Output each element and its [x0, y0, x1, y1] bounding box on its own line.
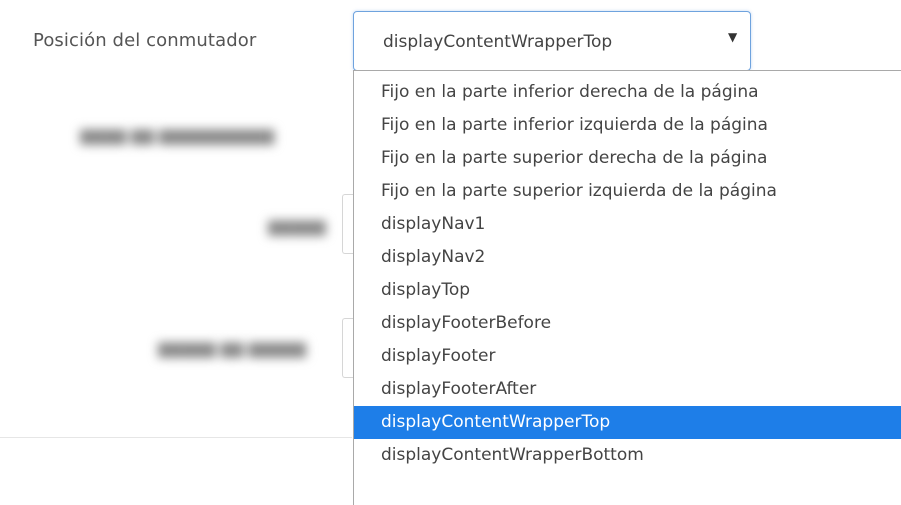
blurred-label: ▇▇▇▇ ▇▇ ▇▇▇▇▇▇▇▇▇▇	[80, 127, 275, 145]
switch-position-label: Posición del conmutador	[33, 30, 257, 51]
dropdown-option[interactable]: displayNav2	[354, 241, 901, 274]
blurred-label: ▇▇▇▇▇	[268, 218, 326, 236]
dropdown-option[interactable]: displayNav1	[354, 208, 901, 241]
blurred-label: ▇▇▇▇▇ ▇▇ ▇▇▇▇▇	[158, 340, 306, 358]
dropdown-option[interactable]: Fijo en la parte superior izquierda de l…	[354, 175, 901, 208]
dropdown-option[interactable]: displayContentWrapperBottom	[354, 439, 901, 472]
module-settings-page: ▇▇▇▇ ▇▇ ▇▇▇▇▇▇▇▇▇▇ ▇▇▇▇▇ ▇▇▇▇▇ ▇▇ ▇▇▇▇▇ …	[0, 0, 901, 505]
dropdown-option[interactable]: displayTop	[354, 274, 901, 307]
switch-position-dropdown: Fijo en la parte inferior derecha de la …	[353, 70, 901, 505]
background-settings-panel	[50, 100, 350, 440]
dropdown-option-selected[interactable]: displayContentWrapperTop	[354, 406, 901, 439]
dropdown-option[interactable]: displayFooter	[354, 340, 901, 373]
dropdown-options-list: Fijo en la parte inferior derecha de la …	[354, 71, 901, 472]
dropdown-option[interactable]: Fijo en la parte inferior derecha de la …	[354, 76, 901, 109]
switch-position-select[interactable]: displayContentWrapperTop ▼	[353, 11, 751, 71]
select-current-value: displayContentWrapperTop	[383, 32, 613, 52]
dropdown-option[interactable]: Fijo en la parte superior derecha de la …	[354, 142, 901, 175]
dropdown-option[interactable]: displayFooterBefore	[354, 307, 901, 340]
triangle-down-icon: ▼	[728, 30, 738, 44]
divider	[0, 437, 352, 438]
dropdown-option[interactable]: displayFooterAfter	[354, 373, 901, 406]
dropdown-option[interactable]: Fijo en la parte inferior izquierda de l…	[354, 109, 901, 142]
